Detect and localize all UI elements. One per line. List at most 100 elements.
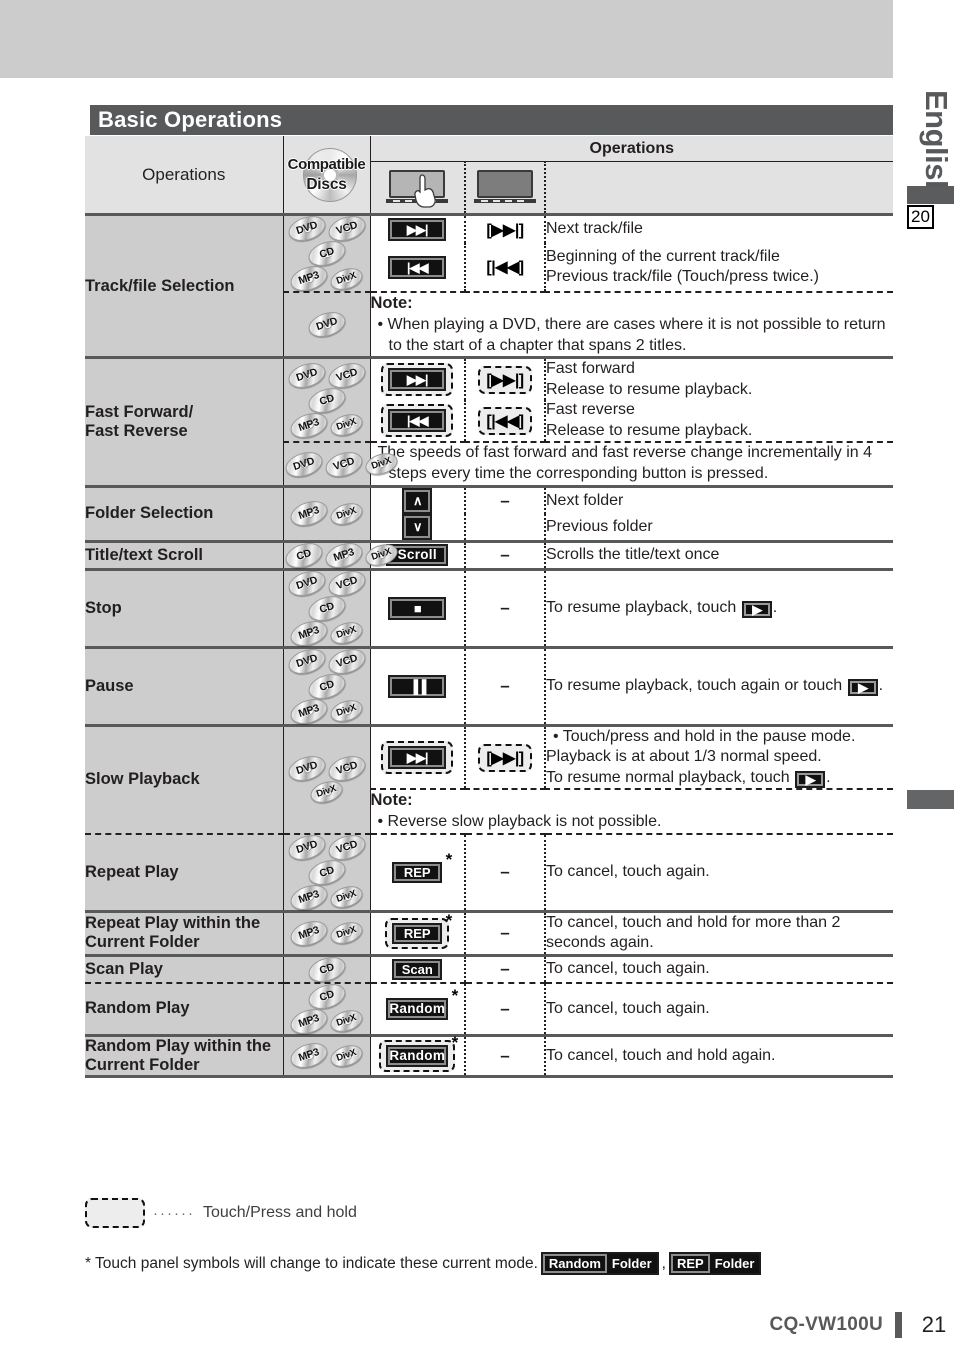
disc-icon-divx: DivX <box>362 540 400 570</box>
disc-icon-dvd: DVD <box>284 830 329 865</box>
page-title: Basic Operations <box>98 107 283 132</box>
disc-icon-divx: DivX <box>327 618 366 648</box>
panel-button-folder-up[interactable]: ∧ <box>402 487 433 514</box>
disc-icon-divx: DivX <box>327 696 366 726</box>
compatible-discs-group: CD MP3 DivX <box>281 538 400 573</box>
panel-button[interactable]: ▶▶| <box>388 368 447 392</box>
touch-panel-control[interactable]: |◀◀ <box>370 243 466 292</box>
table-row: Fast Forward/Fast Reverse DVD VCD CD MP3 DivX… <box>85 356 894 487</box>
no-remote-equivalent: – <box>500 1045 510 1065</box>
panel-button[interactable]: ▐▐ <box>388 674 447 698</box>
remote-control[interactable]: – <box>465 909 546 956</box>
remote-control[interactable]: [▶▶|] <box>465 723 546 790</box>
play-button-inline[interactable]: ▶ <box>741 601 772 619</box>
remote-control[interactable]: – <box>465 567 546 648</box>
panel-button[interactable]: |◀◀ <box>388 409 447 433</box>
operation-name: Track/file Selection <box>85 212 284 358</box>
press-and-hold-frame: [|◀◀] <box>478 406 532 435</box>
touch-panel-control[interactable]: ▐▐ <box>370 645 466 726</box>
operation-name: Title/text Scroll <box>85 539 284 570</box>
panel-button[interactable]: ■ <box>388 596 447 620</box>
touch-panel-control[interactable]: REP * <box>370 909 466 956</box>
disc-icon-cd: CD <box>304 591 349 626</box>
operation-name: Folder Selection <box>85 484 284 542</box>
remote-control[interactable]: [▶▶|] <box>465 356 546 401</box>
panel-button[interactable]: |◀◀ <box>388 255 447 279</box>
remote-button-label[interactable]: [▶▶|] <box>486 222 524 239</box>
touch-panel-control[interactable]: ▶▶| <box>370 213 466 244</box>
panel-button-random[interactable]: Random <box>386 1044 449 1067</box>
remote-control[interactable]: – <box>465 539 546 570</box>
remote-button-label[interactable]: [|◀◀] <box>486 413 524 430</box>
disc-icon-dvd: DVD <box>284 211 329 246</box>
desc-line: Beginning of the current track/file <box>546 247 780 265</box>
panel-button[interactable]: ▶▶| <box>388 218 447 242</box>
footer-divider <box>895 1312 902 1338</box>
touch-panel-control[interactable]: Random * <box>370 1033 466 1077</box>
panel-button-rep[interactable]: REP <box>392 861 443 883</box>
remote-button-label[interactable]: [▶▶|] <box>486 372 524 389</box>
remote-control[interactable]: – <box>465 1033 546 1077</box>
remote-control[interactable]: [|◀◀] <box>465 400 546 443</box>
desc-line: Release to resume playback. <box>546 421 753 439</box>
panel-button-folder-down[interactable]: ∨ <box>402 513 433 540</box>
note-discs: DVD VCD DivX <box>281 441 400 487</box>
disc-icon-mp3: MP3 <box>321 538 366 573</box>
no-remote-equivalent: – <box>500 959 510 979</box>
disc-icon-divx: DivX <box>307 777 346 807</box>
remote-control[interactable]: [|◀◀] <box>465 243 546 292</box>
touch-panel-control[interactable]: ▶▶| <box>370 356 466 401</box>
touch-panel-control[interactable]: Scan <box>370 953 466 983</box>
footnote-separator: , <box>661 1254 666 1272</box>
remote-control[interactable]: – <box>465 645 546 726</box>
no-remote-equivalent: – <box>500 862 510 882</box>
remote-control[interactable]: – <box>465 981 546 1036</box>
operation-name: Random Play within the Current Folder <box>85 1033 284 1077</box>
operation-discs: DVD VCD CD MP3 DivX <box>283 356 371 443</box>
legend-text: Touch/Press and hold <box>202 1204 357 1221</box>
touch-panel-control[interactable]: ∨ <box>370 513 466 542</box>
note-body: The speeds of fast forward and fast reve… <box>377 444 872 483</box>
asterisk-marker: * <box>445 910 453 930</box>
top-gray-band <box>0 0 893 78</box>
section-title-bar: Basic Operations <box>85 105 893 135</box>
touch-panel-control[interactable]: ■ <box>370 567 466 648</box>
panel-button[interactable]: ▶▶| <box>388 746 447 770</box>
touch-panel-control[interactable]: ∧ <box>370 484 466 514</box>
table-row: Slow Playback DVD VCD DivX ▶▶| [▶▶|] • Touch/p… <box>85 723 894 834</box>
remote-control[interactable] <box>465 513 546 542</box>
panel-button-rep[interactable]: REP <box>392 922 443 944</box>
disc-icon-cd: CD <box>304 669 349 704</box>
touch-and-hold-frame: Random * <box>379 1033 458 1072</box>
table-row: Random Play CD MP3 DivX Random * – To cancel, t… <box>85 979 894 1039</box>
remote-control[interactable]: [▶▶|] <box>465 213 546 244</box>
disc-icon-vcd: VCD <box>324 752 369 786</box>
operation-name: Pause <box>85 645 284 726</box>
panel-button-scan[interactable]: Scan <box>392 958 443 980</box>
remote-control[interactable]: – <box>465 484 546 514</box>
remote-control[interactable]: – <box>465 832 546 912</box>
panel-button-random[interactable]: Random <box>386 997 449 1020</box>
touch-panel-control[interactable]: ▶▶| <box>370 723 466 790</box>
compatible-discs-group: DVD VCD CD MP3 DivX <box>284 644 370 729</box>
desc-line: Previous folder <box>546 517 653 535</box>
disc-icon-vcd: VCD <box>324 566 369 601</box>
operation-discs: MP3 DivX <box>283 909 371 956</box>
operation-discs: CD <box>283 952 371 987</box>
table-row: Track/file Selection DVD VCD CD MP3 DivX ▶▶| [▶… <box>85 211 894 358</box>
remote-button-label[interactable]: [|◀◀] <box>486 259 524 276</box>
touch-panel-control[interactable]: Random * <box>370 981 466 1036</box>
random-badge-label: Random <box>542 1254 607 1273</box>
operation-description: To cancel, touch again. <box>545 981 894 1036</box>
table-row: Random Play within the Current Folder MP3 D… <box>85 1033 894 1077</box>
operations-table-body: Operations Compatible Discs Operations Track… <box>85 136 894 1079</box>
disc-icon-dvd: DVD <box>284 358 329 393</box>
touch-panel-control[interactable]: REP * <box>370 832 466 912</box>
disc-icon-mp3: MP3 <box>287 408 331 443</box>
desc-line: To cancel, touch again. <box>546 863 710 881</box>
touch-panel-control[interactable]: |◀◀ <box>370 400 466 443</box>
play-button-inline[interactable]: ▶ <box>795 771 826 789</box>
remote-control[interactable]: – <box>465 953 546 983</box>
remote-button-label[interactable]: [▶▶|] <box>486 750 524 767</box>
play-button-inline[interactable]: ▶ <box>847 679 878 697</box>
